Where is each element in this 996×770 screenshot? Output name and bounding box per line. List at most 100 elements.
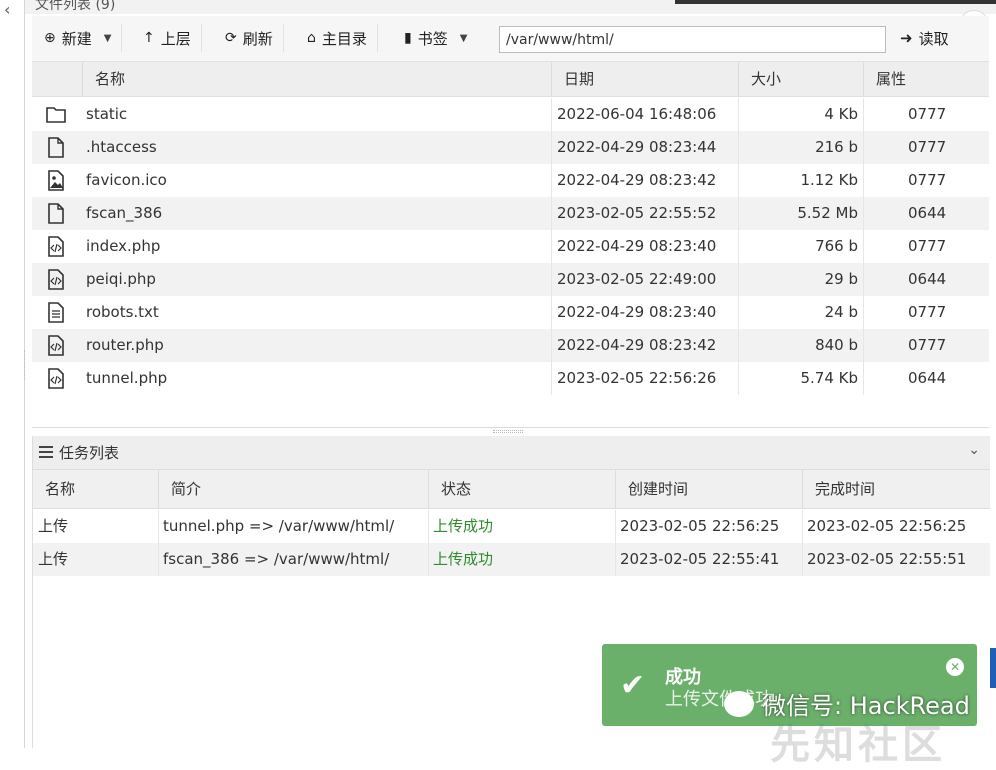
resize-grip[interactable] (24, 350, 27, 380)
task-header-finished[interactable]: 完成时间 (802, 470, 990, 509)
column-divider (863, 98, 864, 131)
chevron-left-icon[interactable]: ‹ (4, 0, 10, 19)
file-date: 2022-06-04 16:48:06 (557, 105, 717, 123)
folder-icon (45, 103, 67, 126)
file-row[interactable]: .htaccess 2022-04-29 08:23:44 216 b 0777 (32, 131, 989, 164)
read-button[interactable]: ➜ 读取 (900, 24, 949, 52)
read-button-label: 读取 (918, 29, 949, 48)
file-name[interactable]: tunnel.php (86, 362, 167, 395)
column-divider (863, 296, 864, 329)
close-icon[interactable]: ✕ (946, 658, 964, 676)
file-size: 766 b (815, 237, 858, 255)
window-title: 文件列表 (9) (35, 0, 116, 13)
column-divider (551, 164, 552, 197)
file-perm[interactable]: 0777 (908, 131, 946, 164)
caret-down-icon: ▼ (459, 32, 468, 44)
panel-splitter[interactable] (493, 430, 523, 433)
file-row[interactable]: tunnel.php 2023-02-05 22:56:26 5.74 Kb 0644 (32, 362, 989, 395)
column-divider (863, 263, 864, 296)
task-panel-header[interactable]: 任务列表 ⌄ (33, 436, 990, 470)
file-date: 2022-04-29 08:23:42 (557, 336, 717, 354)
code-file-icon (45, 334, 67, 357)
file-perm[interactable]: 0777 (908, 164, 946, 197)
file-perm[interactable]: 0777 (908, 230, 946, 263)
home-button-label: 主目录 (321, 29, 367, 48)
task-desc: fscan_386 => /var/www/html/ (163, 550, 390, 568)
file-list-table: 名称 日期 大小 属性 static 2022-06-04 16:48:06 4 K… (32, 62, 989, 428)
column-divider (802, 510, 803, 543)
task-row[interactable]: 上传 tunnel.php => /var/www/html/上传成功 2023-0… (33, 510, 990, 543)
file-name[interactable]: .htaccess (86, 131, 157, 164)
task-header-status[interactable]: 状态 (428, 470, 615, 509)
file-row[interactable]: index.php 2022-04-29 08:23:40 766 b 0777 (32, 230, 989, 263)
file-row[interactable]: router.php 2022-04-29 08:23:42 840 b 0777 (32, 329, 989, 362)
task-created: 2023-02-05 22:55:41 (620, 550, 780, 568)
code-file-icon (45, 235, 67, 258)
column-divider (551, 230, 552, 263)
file-table-header: 名称 日期 大小 属性 (32, 62, 989, 97)
task-header-created[interactable]: 创建时间 (615, 470, 802, 509)
file-name[interactable]: robots.txt (86, 296, 159, 329)
column-divider (802, 543, 803, 576)
watermark-wechat-text: 微信号: HackRead (762, 692, 970, 720)
code-file-icon (45, 367, 67, 390)
file-name[interactable]: router.php (86, 329, 164, 362)
task-status: 上传成功 (433, 550, 494, 568)
edge-accent (990, 648, 996, 688)
chevron-down-icon[interactable]: ⌄ (968, 442, 980, 458)
file-perm[interactable]: 0644 (908, 362, 946, 395)
caret-down-icon: ▼ (103, 32, 112, 44)
column-header-perm[interactable]: 属性 (863, 62, 989, 97)
new-button[interactable]: ⊕ 新建 ▼ (44, 24, 123, 52)
column-divider (615, 543, 616, 576)
column-divider (863, 164, 864, 197)
file-perm[interactable]: 0777 (908, 296, 946, 329)
column-header-name[interactable]: 名称 (82, 62, 551, 97)
task-finished: 2023-02-05 22:55:51 (807, 550, 967, 568)
image-file-icon (45, 169, 67, 192)
path-input[interactable] (499, 26, 886, 53)
up-button[interactable]: ↑ 上层 (143, 24, 202, 52)
file-row[interactable]: static 2022-06-04 16:48:06 4 Kb 0777 (32, 98, 989, 131)
file-perm[interactable]: 0644 (908, 197, 946, 230)
column-divider (863, 329, 864, 362)
column-divider (863, 131, 864, 164)
home-button[interactable]: ⌂ 主目录 (307, 24, 378, 52)
file-name[interactable]: fscan_386 (86, 197, 162, 230)
file-name[interactable]: static (86, 98, 127, 131)
file-size: 840 b (815, 336, 858, 354)
file-name[interactable]: peiqi.php (86, 263, 156, 296)
file-name[interactable]: favicon.ico (86, 164, 167, 197)
column-divider (158, 510, 159, 543)
file-perm[interactable]: 0777 (908, 98, 946, 131)
bookmark-button[interactable]: ▮ 书签 ▼ (404, 24, 477, 52)
file-name[interactable]: index.php (86, 230, 160, 263)
column-header-date[interactable]: 日期 (551, 62, 738, 97)
file-row[interactable]: fscan_386 2023-02-05 22:55:52 5.52 Mb 0644 (32, 197, 989, 230)
arrow-right-icon: ➜ (900, 29, 913, 47)
file-row[interactable]: peiqi.php 2023-02-05 22:49:00 29 b 0644 (32, 263, 989, 296)
file-row[interactable]: favicon.ico 2022-04-29 08:23:42 1.12 Kb 077… (32, 164, 989, 197)
up-button-label: 上层 (160, 29, 191, 48)
column-divider (551, 98, 552, 131)
refresh-button[interactable]: ⟳ 刷新 (225, 24, 284, 52)
bookmark-icon: ▮ (404, 30, 412, 46)
home-icon: ⌂ (307, 30, 316, 46)
file-perm[interactable]: 0777 (908, 329, 946, 362)
file-date: 2023-02-05 22:56:26 (557, 369, 717, 387)
file-perm[interactable]: 0644 (908, 263, 946, 296)
refresh-button-label: 刷新 (242, 29, 273, 48)
refresh-icon: ⟳ (225, 30, 237, 46)
task-header-name[interactable]: 名称 (33, 470, 158, 509)
column-header-size[interactable]: 大小 (738, 62, 863, 97)
file-size: 29 b (824, 270, 858, 288)
task-status: 上传成功 (433, 517, 494, 535)
left-sidebar-strip: ‹ (0, 0, 25, 748)
column-divider (551, 263, 552, 296)
arrow-up-icon: ↑ (143, 30, 155, 46)
file-row[interactable]: robots.txt 2022-04-29 08:23:40 24 b 0777 (32, 296, 989, 329)
code-file-icon (45, 268, 67, 291)
task-row[interactable]: 上传 fscan_386 => /var/www/html/上传成功 2023-02… (33, 543, 990, 576)
column-divider (615, 510, 616, 543)
task-header-desc[interactable]: 简介 (158, 470, 428, 509)
